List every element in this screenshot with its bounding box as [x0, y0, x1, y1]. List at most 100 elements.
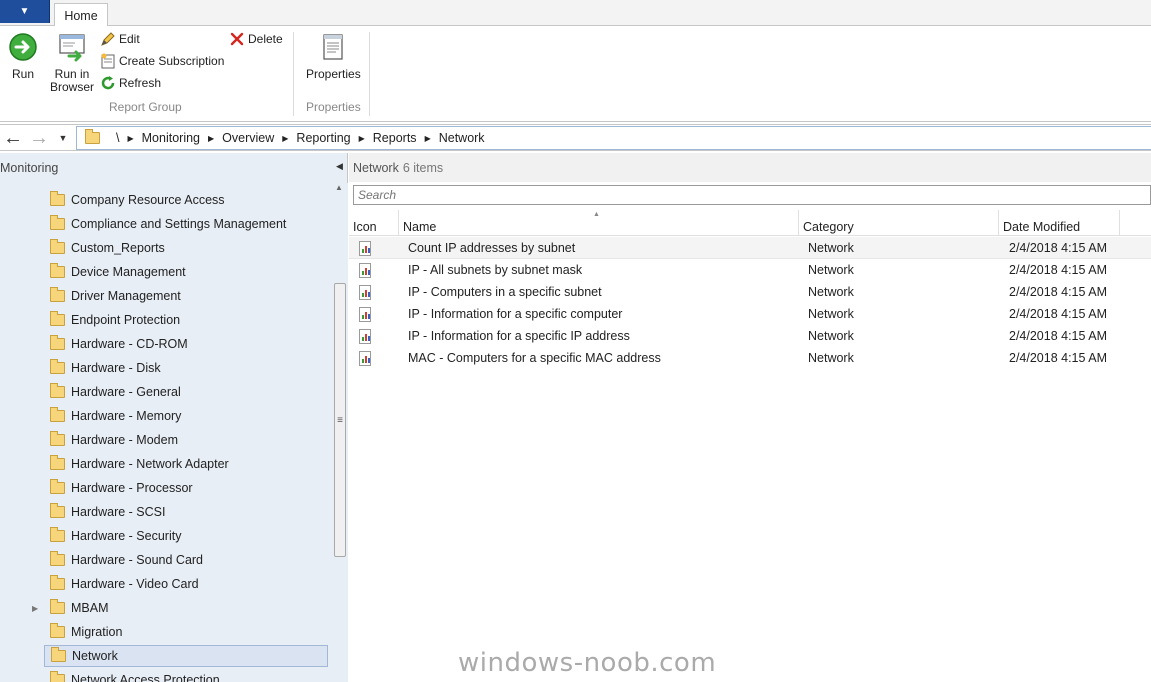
- pencil-icon: [100, 31, 116, 47]
- item-count: 6 items: [402, 160, 444, 175]
- nav-tree-item[interactable]: Compliance and Settings Management: [44, 213, 328, 235]
- collapse-pane-icon[interactable]: ◀: [336, 161, 343, 172]
- breadcrumb-item[interactable]: Overview: [222, 131, 274, 145]
- nav-tree-item[interactable]: Driver Management: [44, 285, 328, 307]
- edit-button[interactable]: Edit: [100, 30, 140, 48]
- nav-tree-item[interactable]: ▶ MBAM: [32, 597, 328, 619]
- nav-tree-item[interactable]: Hardware - Modem: [44, 429, 328, 451]
- folder-icon: [50, 191, 65, 206]
- delete-x-icon: [229, 31, 245, 47]
- nav-tree-item-label: Hardware - Network Adapter: [71, 457, 229, 471]
- table-row[interactable]: IP - Computers in a specific subnet Netwo…: [349, 281, 1151, 303]
- category-cell: Network: [808, 263, 854, 277]
- edit-label: Edit: [119, 32, 140, 46]
- nav-tree-item[interactable]: Custom_Reports: [44, 237, 328, 259]
- run-button[interactable]: Run: [8, 32, 38, 81]
- column-header-icon[interactable]: Icon: [349, 210, 399, 236]
- report-icon: [359, 237, 371, 259]
- folder-icon: [50, 527, 65, 542]
- nav-tree-item-label: Custom_Reports: [71, 241, 165, 255]
- nav-tree-item-label: Hardware - Disk: [71, 361, 161, 375]
- scroll-up-icon[interactable]: ▲: [335, 183, 343, 192]
- report-name-cell: MAC - Computers for a specific MAC addre…: [408, 351, 661, 365]
- nav-tree-item[interactable]: Company Resource Access: [44, 189, 328, 211]
- subscription-icon: [100, 53, 116, 69]
- report-name-cell: IP - Information for a specific computer: [408, 307, 623, 321]
- sort-ascending-icon: ▲: [593, 211, 600, 218]
- nav-tree-item[interactable]: Hardware - Video Card: [44, 573, 328, 595]
- refresh-button[interactable]: Refresh: [100, 74, 161, 92]
- nav-tree-item-label: Driver Management: [71, 289, 181, 303]
- nav-tree-item-label: Network: [72, 649, 118, 663]
- table-row[interactable]: IP - All subnets by subnet mask Network 2/…: [349, 259, 1151, 281]
- nav-tree-item[interactable]: Migration: [44, 621, 328, 643]
- search-input[interactable]: [353, 185, 1151, 205]
- grid-header: Icon Name ▲ Category Date Modified: [349, 210, 1151, 236]
- properties-icon: [323, 34, 343, 60]
- nav-tree-item[interactable]: Hardware - CD-ROM: [44, 333, 328, 355]
- breadcrumb-item[interactable]: Monitoring: [142, 131, 200, 145]
- breadcrumb-arrow-icon[interactable]: ▶: [208, 134, 214, 143]
- folder-icon: [51, 647, 66, 662]
- table-row[interactable]: IP - Information for a specific IP addre…: [349, 325, 1151, 347]
- table-row[interactable]: Count IP addresses by subnet Network 2/4/2…: [349, 237, 1151, 259]
- category-cell: Network: [808, 351, 854, 365]
- nav-tree-item[interactable]: Device Management: [44, 261, 328, 283]
- folder-icon: [50, 215, 65, 230]
- nav-tree-item[interactable]: Hardware - Disk: [44, 357, 328, 379]
- table-row[interactable]: IP - Information for a specific computer…: [349, 303, 1151, 325]
- nav-tree-item[interactable]: Hardware - Sound Card: [44, 549, 328, 571]
- folder-icon: [50, 455, 65, 470]
- folder-icon: [50, 551, 65, 566]
- scrollbar-thumb[interactable]: ≡: [334, 283, 346, 557]
- breadcrumb-item[interactable]: Reporting: [296, 131, 350, 145]
- properties-button[interactable]: Properties: [306, 32, 361, 81]
- forward-arrow-icon[interactable]: →: [28, 127, 50, 149]
- nav-tree-item[interactable]: Hardware - SCSI: [44, 501, 328, 523]
- nav-tree-item[interactable]: Network Access Protection: [44, 669, 328, 682]
- address-bar: ← → ▼ \ ▶ Monitoring ▶ Overview ▶ Report…: [0, 124, 1151, 151]
- breadcrumb-arrow-icon[interactable]: ▶: [359, 134, 365, 143]
- date-modified-cell: 2/4/2018 4:15 AM: [1009, 241, 1107, 255]
- delete-button[interactable]: Delete: [229, 30, 283, 48]
- date-modified-cell: 2/4/2018 4:15 AM: [1009, 351, 1107, 365]
- nav-tree-item-label: Hardware - Memory: [71, 409, 182, 423]
- run-in-browser-button[interactable]: Run in Browser: [50, 32, 94, 94]
- back-arrow-icon[interactable]: ←: [2, 127, 24, 149]
- expand-arrow-icon[interactable]: ▶: [32, 604, 38, 613]
- breadcrumb: \ ▶ Monitoring ▶ Overview ▶ Reporting ▶ …: [76, 126, 1151, 150]
- column-header-date-modified[interactable]: Date Modified: [999, 210, 1120, 236]
- create-subscription-button[interactable]: Create Subscription: [100, 52, 224, 70]
- folder-icon: [50, 335, 65, 350]
- table-row[interactable]: MAC - Computers for a specific MAC addre…: [349, 347, 1151, 369]
- column-header-category[interactable]: Category: [799, 210, 999, 236]
- nav-tree-item-label: Hardware - General: [71, 385, 181, 399]
- report-name-cell: Count IP addresses by subnet: [408, 241, 576, 255]
- breadcrumb-arrow-icon[interactable]: ▶: [425, 134, 431, 143]
- nav-tree-item[interactable]: Hardware - General: [44, 381, 328, 403]
- nav-tree-item[interactable]: Hardware - Processor: [44, 477, 328, 499]
- nav-tree-item[interactable]: Hardware - Memory: [44, 405, 328, 427]
- folder-icon: [50, 383, 65, 398]
- date-modified-cell: 2/4/2018 4:15 AM: [1009, 307, 1107, 321]
- tab-home[interactable]: Home: [54, 3, 108, 27]
- app-menu-button[interactable]: ▼: [0, 0, 50, 23]
- folder-icon: [50, 671, 65, 682]
- category-cell: Network: [808, 329, 854, 343]
- nav-tree-item[interactable]: Network: [44, 645, 328, 667]
- nav-scrollbar[interactable]: ▲ ≡: [332, 183, 348, 682]
- nav-tree-item[interactable]: Hardware - Network Adapter: [44, 453, 328, 475]
- create-subscription-label: Create Subscription: [119, 54, 225, 68]
- run-icon: [9, 33, 37, 61]
- nav-tree-item-label: Migration: [71, 625, 123, 639]
- breadcrumb-item[interactable]: Reports: [373, 131, 417, 145]
- nav-tree-item[interactable]: Hardware - Security: [44, 525, 328, 547]
- date-modified-cell: 2/4/2018 4:15 AM: [1009, 329, 1107, 343]
- nav-tree-item[interactable]: Endpoint Protection: [44, 309, 328, 331]
- breadcrumb-arrow-icon[interactable]: ▶: [127, 134, 133, 143]
- nav-tree-item-label: Endpoint Protection: [71, 313, 181, 327]
- breadcrumb-arrow-icon[interactable]: ▶: [282, 134, 288, 143]
- breadcrumb-root[interactable]: \: [116, 131, 119, 145]
- history-dropdown-icon[interactable]: ▼: [52, 127, 74, 149]
- breadcrumb-item[interactable]: Network: [439, 131, 485, 145]
